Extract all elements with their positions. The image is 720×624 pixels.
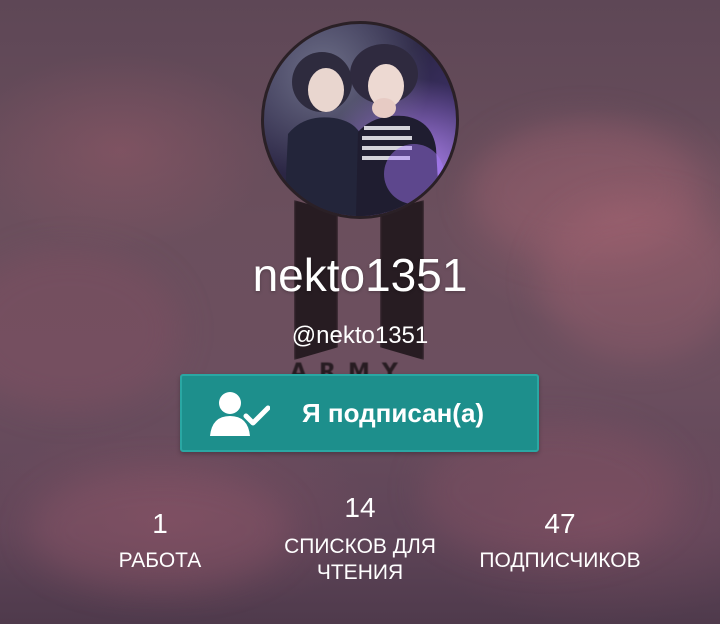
- user-check-icon: [210, 392, 270, 436]
- avatar-photo: [284, 44, 444, 216]
- stat-followers[interactable]: 47 ПОДПИСЧИКОВ: [450, 508, 670, 574]
- stat-works[interactable]: 1 РАБОТА: [90, 508, 230, 574]
- stat-followers-label: ПОДПИСЧИКОВ: [479, 549, 641, 572]
- avatar[interactable]: [261, 21, 459, 219]
- stat-reading-lists[interactable]: 14 СПИСКОВ ДЛЯ ЧТЕНИЯ: [250, 492, 470, 586]
- following-button-label: Я подписан(а): [302, 398, 485, 428]
- profile-handle: @nekto1351: [291, 322, 429, 349]
- stat-reading-lists-label: СПИСКОВ ДЛЯ ЧТЕНИЯ: [284, 535, 436, 584]
- following-button[interactable]: Я подписан(а): [180, 374, 539, 452]
- stat-works-label: РАБОТА: [118, 549, 202, 572]
- stat-followers-count: 47: [544, 508, 576, 539]
- stat-reading-lists-count: 14: [344, 492, 376, 523]
- profile-header: ARMY nekto1351 @nekto1351 Я подписан(а) …: [0, 0, 720, 624]
- profile-username: nekto1351: [252, 249, 468, 301]
- stat-works-count: 1: [152, 508, 168, 539]
